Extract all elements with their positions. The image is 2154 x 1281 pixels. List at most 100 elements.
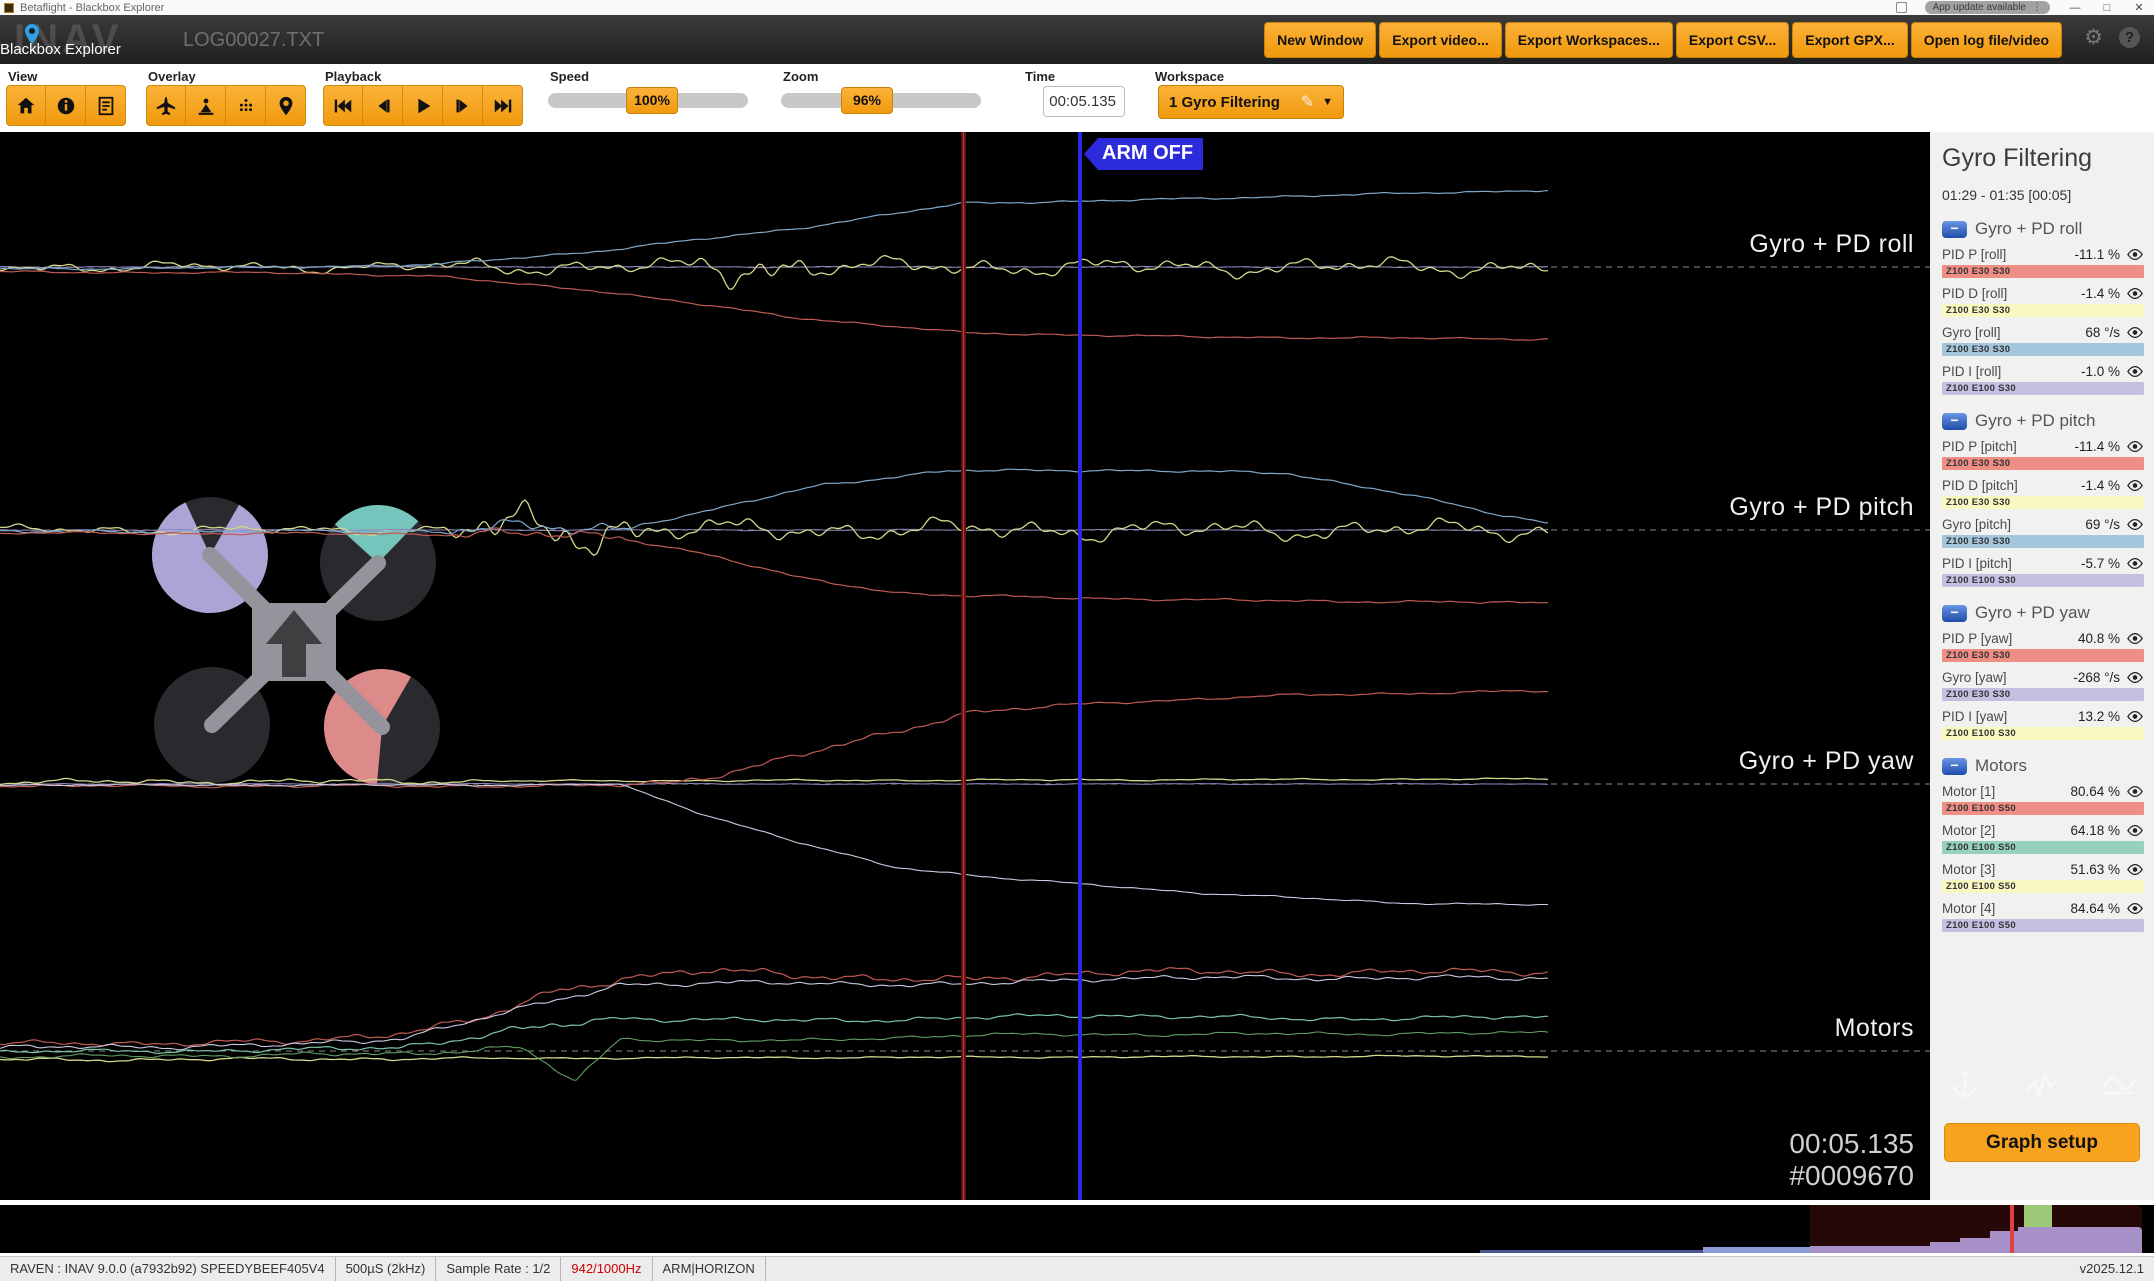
legend-field: Motor [1] 80.64 % Z100 E100 S50	[1942, 784, 2144, 815]
eye-visibility-icon[interactable]	[2126, 785, 2144, 798]
eye-visibility-icon[interactable]	[2126, 710, 2144, 723]
eye-visibility-icon[interactable]	[2126, 902, 2144, 915]
help-icon[interactable]: ?	[2119, 27, 2140, 48]
eye-visibility-icon[interactable]	[2126, 632, 2144, 645]
legend-field: PID I [pitch] -5.7 % Z100 E100 S30	[1942, 556, 2144, 587]
eye-visibility-icon[interactable]	[2126, 518, 2144, 531]
map-overlay-button[interactable]	[266, 85, 306, 126]
log-filename: LOG00027.TXT	[183, 29, 325, 51]
eye-visibility-icon[interactable]	[2126, 557, 2144, 570]
legend-field: PID P [yaw] 40.8 % Z100 E30 S30	[1942, 631, 2144, 662]
smooth-graph-icon[interactable]	[2100, 1066, 2138, 1104]
next-frame-button[interactable]	[443, 85, 483, 126]
status-flight-mode: ARM|HORIZON	[653, 1257, 766, 1281]
export-workspaces-button[interactable]: Export Workspaces...	[1504, 22, 1673, 58]
legend-field: PID I [yaw] 13.2 % Z100 E100 S30	[1942, 709, 2144, 740]
eye-visibility-icon[interactable]	[2126, 248, 2144, 261]
zoom-slider[interactable]: 96%	[781, 87, 981, 114]
overlay-label: Overlay	[148, 69, 196, 84]
anchor-zoom-icon[interactable]	[1946, 1066, 1984, 1104]
app-update-pill[interactable]: App update available ⋮	[1924, 1, 2050, 14]
collapse-group-button[interactable]: −	[1942, 757, 1967, 775]
field-value: -1.0 %	[2080, 364, 2120, 379]
field-name: PID P [yaw]	[1942, 631, 2013, 646]
jump-end-button[interactable]	[483, 85, 523, 126]
os-title-bar: Betaflight - Blackbox Explorer App updat…	[0, 0, 2154, 15]
field-value: 13.2 %	[2077, 709, 2120, 724]
eye-visibility-icon[interactable]	[2126, 479, 2144, 492]
eye-visibility-icon[interactable]	[2126, 287, 2144, 300]
speed-slider-knob[interactable]: 100%	[626, 87, 678, 114]
field-value: 51.63 %	[2070, 862, 2120, 877]
app-version: v2025.12.1	[2079, 1261, 2144, 1276]
chart-row-label-pitch: Gyro + PD pitch	[1729, 493, 1914, 521]
close-button[interactable]: ✕	[2132, 1, 2146, 14]
group-label: Motors	[1975, 756, 2027, 775]
app-header: INAV Blackbox Explorer LOG00027.TXT New …	[0, 15, 2154, 64]
collapse-group-button[interactable]: −	[1942, 412, 1967, 430]
log-traces-plot	[0, 132, 1930, 1200]
seekbar-hist-2	[1930, 1242, 1960, 1253]
log-list-button[interactable]	[86, 85, 126, 126]
field-color-bar: Z100 E100 S50	[1942, 880, 2144, 893]
group-label: Gyro + PD yaw	[1975, 603, 2090, 622]
control-toolbar: View Overlay Playback Speed Zoom Time Wo…	[0, 64, 2154, 132]
eye-visibility-icon[interactable]	[2126, 671, 2144, 684]
home-view-button[interactable]	[6, 85, 46, 126]
app-update-label: App update available	[1932, 2, 2026, 13]
field-name: PID I [pitch]	[1942, 556, 2012, 571]
field-name: Gyro [yaw]	[1942, 670, 2007, 685]
info-view-button[interactable]	[46, 85, 86, 126]
export-video-button[interactable]: Export video...	[1379, 22, 1502, 58]
craft-attitude-overlay-button[interactable]	[186, 85, 226, 126]
log-seekbar[interactable]	[0, 1205, 2154, 1253]
field-color-bar: Z100 E30 S30	[1942, 457, 2144, 470]
graph-setup-button[interactable]: Graph setup	[1944, 1123, 2140, 1162]
expand-graph-icon[interactable]	[2023, 1066, 2061, 1104]
field-color-bar: Z100 E30 S30	[1942, 304, 2144, 317]
collapse-group-button[interactable]: −	[1942, 220, 1967, 238]
speed-slider[interactable]: 100%	[548, 87, 748, 114]
craft-plane-overlay-button[interactable]	[146, 85, 186, 126]
legend-field: Motor [3] 51.63 % Z100 E100 S50	[1942, 862, 2144, 893]
field-color-bar: Z100 E30 S30	[1942, 649, 2144, 662]
collapse-group-button[interactable]: −	[1942, 604, 1967, 622]
legend-field: PID P [pitch] -11.4 % Z100 E30 S30	[1942, 439, 2144, 470]
seekbar-playhead[interactable]	[2010, 1205, 2014, 1253]
maximize-button[interactable]: □	[2100, 2, 2114, 14]
edit-pencil-icon[interactable]: ✎	[1301, 92, 1314, 112]
field-color-bar: Z100 E30 S30	[1942, 265, 2144, 278]
field-color-bar: Z100 E100 S30	[1942, 727, 2144, 740]
time-input[interactable]	[1043, 86, 1125, 117]
minimize-button[interactable]: —	[2068, 2, 2082, 14]
eye-visibility-icon[interactable]	[2126, 863, 2144, 876]
field-name: Motor [1]	[1942, 784, 1996, 799]
eye-visibility-icon[interactable]	[2126, 440, 2144, 453]
workspace-dropdown[interactable]: 1 Gyro Filtering ✎ ▼	[1158, 85, 1344, 119]
jump-start-button[interactable]	[323, 85, 363, 126]
log-chart-area[interactable]: Gyro + PD roll Gyro + PD pitch Gyro + PD…	[0, 132, 1930, 1200]
open-log-button[interactable]: Open log file/video	[1910, 22, 2062, 58]
export-gpx-button[interactable]: Export GPX...	[1792, 22, 1908, 58]
field-value: -1.4 %	[2080, 478, 2120, 493]
seekbar-trace-low	[1480, 1250, 1705, 1253]
sticks-overlay-button[interactable]	[226, 85, 266, 126]
eye-visibility-icon[interactable]	[2126, 365, 2144, 378]
zoom-slider-knob[interactable]: 96%	[841, 87, 893, 114]
prev-frame-button[interactable]	[363, 85, 403, 126]
field-value: -1.4 %	[2080, 286, 2120, 301]
share-icon[interactable]	[1895, 2, 1907, 13]
play-button[interactable]	[403, 85, 443, 126]
field-name: Gyro [roll]	[1942, 325, 2001, 340]
field-value: 40.8 %	[2077, 631, 2120, 646]
settings-gear-icon[interactable]: ⚙	[2084, 27, 2103, 48]
status-craft-firmware: RAVEN : INAV 9.0.0 (a7932b92) SPEEDYBEEF…	[0, 1257, 336, 1281]
kebab-menu-icon[interactable]: ⋮	[2032, 2, 2042, 13]
eye-visibility-icon[interactable]	[2126, 824, 2144, 837]
eye-visibility-icon[interactable]	[2126, 326, 2144, 339]
field-color-bar: Z100 E30 S30	[1942, 688, 2144, 701]
new-window-button[interactable]: New Window	[1264, 22, 1377, 58]
playhead-time: 00:05.135	[1789, 1127, 1914, 1159]
export-csv-button[interactable]: Export CSV...	[1675, 22, 1790, 58]
zoom-label: Zoom	[783, 69, 819, 84]
